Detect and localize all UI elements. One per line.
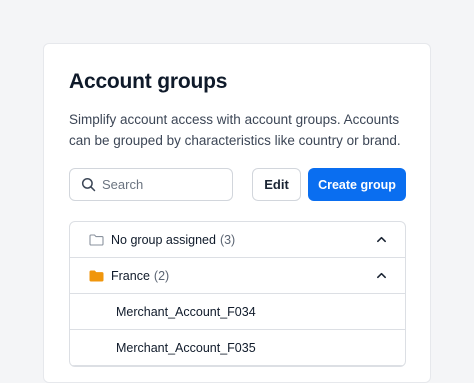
account-groups-card: Account groups Simplify account access w…	[43, 43, 431, 383]
page-title: Account groups	[69, 70, 228, 93]
account-name: Merchant_Account_F035	[116, 340, 256, 355]
edit-button[interactable]: Edit	[252, 168, 301, 201]
search-field[interactable]	[69, 168, 233, 201]
search-input[interactable]	[102, 177, 222, 192]
folder-outline-icon	[89, 233, 104, 246]
group-count: (2)	[153, 268, 170, 283]
group-row-france[interactable]: France (2)	[70, 258, 405, 294]
group-name: No group assigned	[111, 232, 216, 247]
folder-filled-icon	[89, 270, 104, 282]
account-row[interactable]: Merchant_Account_F035	[70, 330, 405, 366]
account-row[interactable]: Merchant_Account_F034	[70, 294, 405, 330]
search-icon	[81, 177, 96, 192]
account-name: Merchant_Account_F034	[116, 304, 256, 319]
page-description: Simplify account access with account gro…	[69, 112, 401, 148]
chevron-up-icon[interactable]	[376, 270, 387, 281]
group-name: France	[111, 268, 150, 283]
account-groups-list: No group assigned (3) France (2) Merchan…	[69, 221, 406, 367]
group-count: (3)	[219, 232, 236, 247]
chevron-up-icon[interactable]	[376, 234, 387, 245]
create-group-button[interactable]: Create group	[308, 168, 406, 201]
group-row-no-group[interactable]: No group assigned (3)	[70, 222, 405, 258]
